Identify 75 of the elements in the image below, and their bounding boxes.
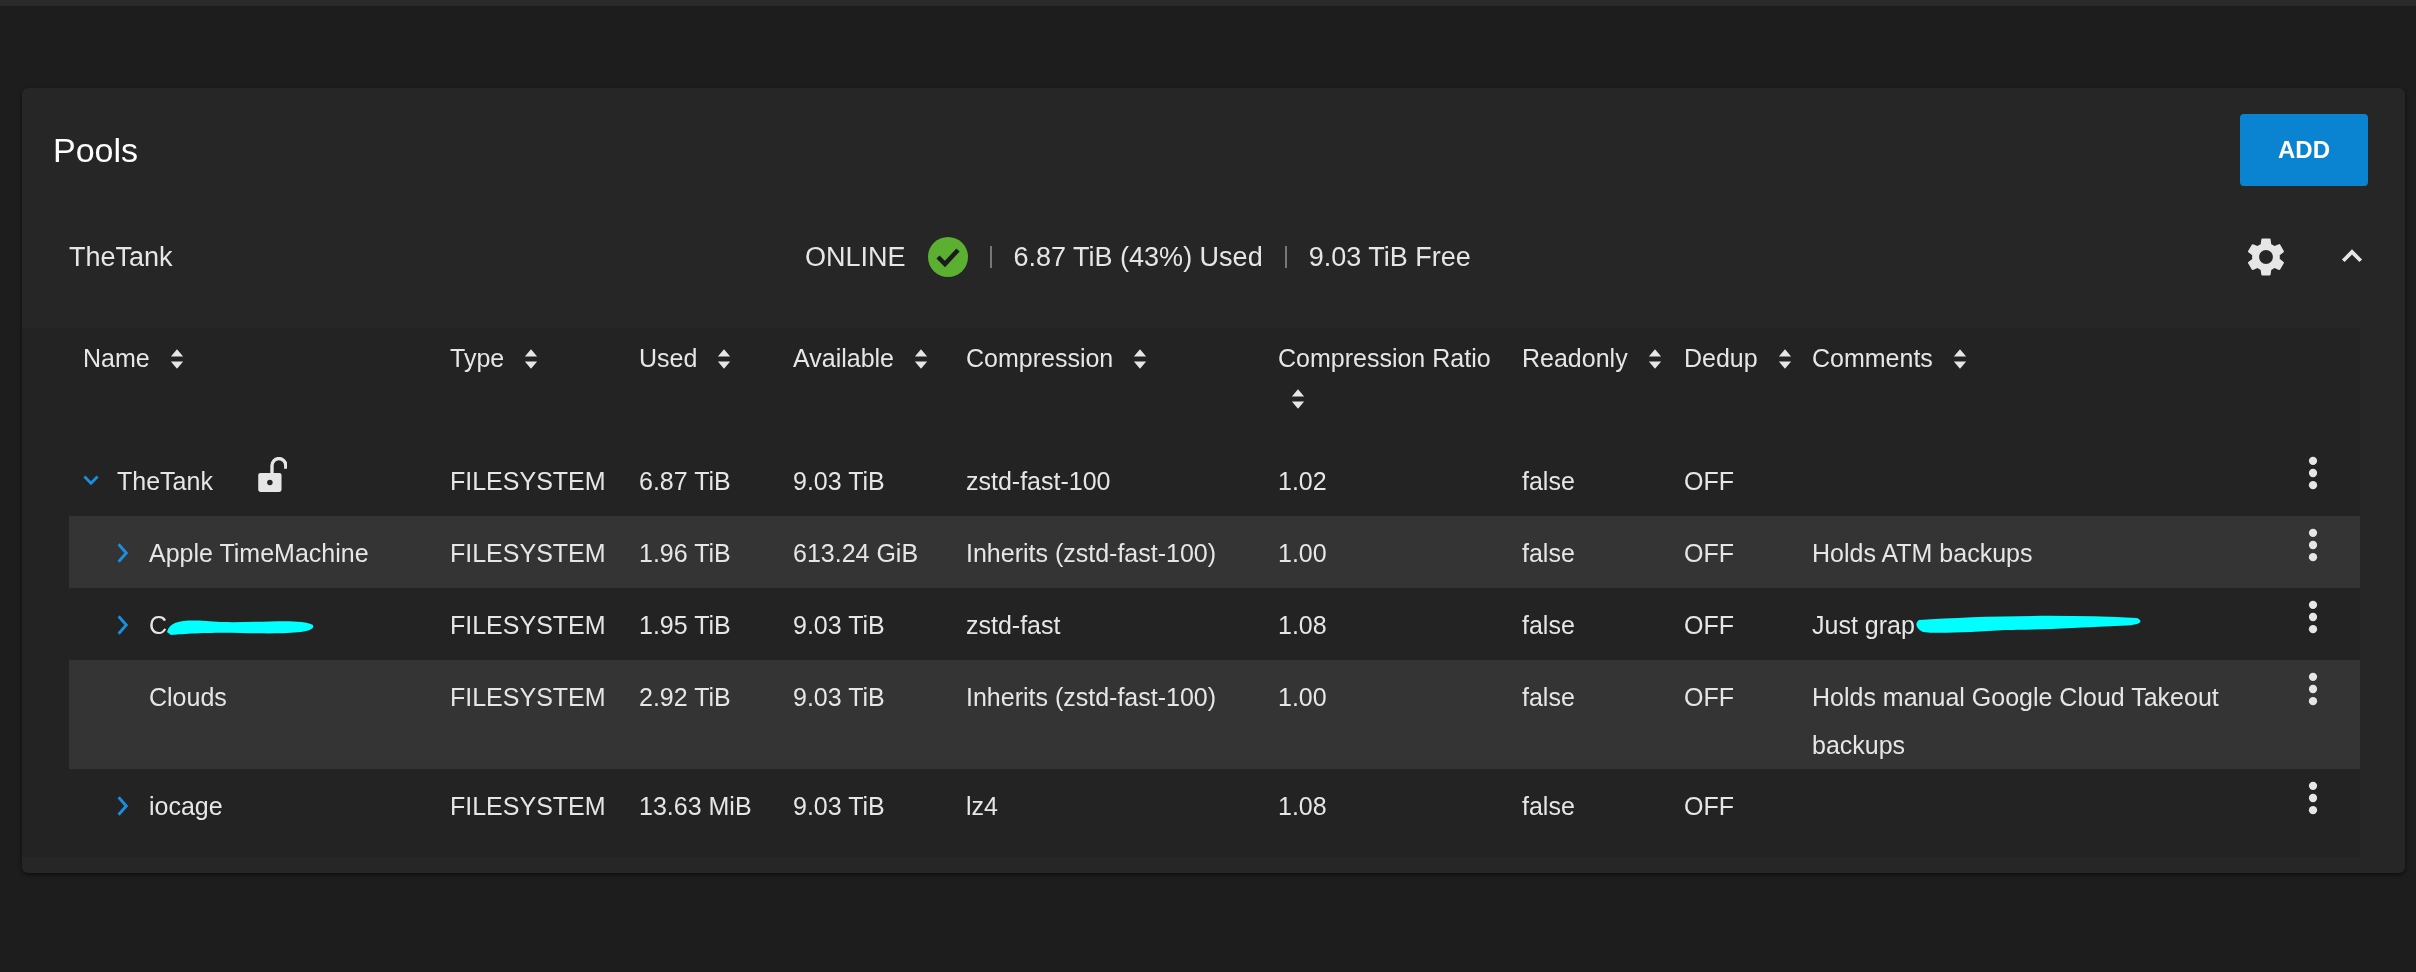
dataset-readonly: false bbox=[1522, 610, 1575, 641]
column-header[interactable]: Compression Ratio bbox=[1278, 338, 1508, 418]
sort-icon[interactable] bbox=[523, 348, 540, 370]
add-button[interactable]: ADD bbox=[2240, 114, 2368, 186]
column-header[interactable]: Used bbox=[639, 338, 733, 378]
dataset-readonly: false bbox=[1522, 682, 1575, 713]
dataset-dedup: OFF bbox=[1684, 791, 1734, 822]
sort-icon[interactable] bbox=[1132, 348, 1149, 370]
sort-icon[interactable] bbox=[1776, 348, 1793, 370]
more-options-icon[interactable] bbox=[2308, 781, 2318, 815]
chevron-right-icon[interactable] bbox=[115, 795, 131, 817]
dataset-readonly: false bbox=[1522, 538, 1575, 569]
dataset-name: iocage bbox=[149, 791, 223, 822]
sort-icon[interactable] bbox=[912, 348, 929, 370]
dataset-used: 6.87 TiB bbox=[639, 466, 731, 497]
dataset-compression: zstd-fast-100 bbox=[966, 466, 1111, 497]
dataset-dedup: OFF bbox=[1684, 682, 1734, 713]
dataset-type: FILESYSTEM bbox=[450, 466, 606, 497]
dataset-available: 9.03 TiB bbox=[793, 682, 885, 713]
dataset-name: Apple TimeMachine bbox=[149, 538, 369, 569]
dataset-comment: Holds ATM backups bbox=[1812, 538, 2033, 569]
dataset-name: C bbox=[149, 610, 168, 641]
dataset-type: FILESYSTEM bbox=[450, 682, 606, 713]
more-options-icon[interactable] bbox=[2308, 456, 2318, 490]
dataset-compression: zstd-fast bbox=[966, 610, 1061, 641]
dataset-available: 9.03 TiB bbox=[793, 791, 885, 822]
sort-icon[interactable] bbox=[1290, 388, 1306, 410]
dataset-available: 9.03 TiB bbox=[793, 466, 885, 497]
dataset-type: FILESYSTEM bbox=[450, 610, 606, 641]
dataset-readonly: false bbox=[1522, 466, 1575, 497]
column-header[interactable]: Dedup bbox=[1684, 338, 1793, 378]
dataset-type: FILESYSTEM bbox=[450, 538, 606, 569]
dataset-name: TheTank bbox=[117, 466, 213, 497]
sort-icon[interactable] bbox=[716, 348, 733, 370]
pool-used: 6.87 TiB (43%) Used bbox=[1013, 241, 1263, 273]
page-title: Pools bbox=[53, 130, 139, 170]
column-header[interactable]: Comments bbox=[1812, 338, 1968, 378]
dataset-available: 9.03 TiB bbox=[793, 610, 885, 641]
dataset-compression: Inherits (zstd-fast-100) bbox=[966, 538, 1217, 569]
dataset-ratio: 1.08 bbox=[1278, 791, 1327, 822]
column-header[interactable]: Name bbox=[83, 338, 185, 378]
sort-icon[interactable] bbox=[168, 348, 185, 370]
chevron-right-icon[interactable] bbox=[115, 614, 131, 636]
pool-status: ONLINE bbox=[805, 241, 906, 273]
dataset-compression: Inherits (zstd-fast-100) bbox=[966, 682, 1217, 713]
pool-free: 9.03 TiB Free bbox=[1308, 241, 1471, 273]
dataset-ratio: 1.00 bbox=[1278, 538, 1327, 569]
dataset-dedup: OFF bbox=[1684, 538, 1734, 569]
dataset-used: 1.96 TiB bbox=[639, 538, 731, 569]
dataset-type: FILESYSTEM bbox=[450, 791, 606, 822]
dataset-used: 1.95 TiB bbox=[639, 610, 731, 641]
dataset-dedup: OFF bbox=[1684, 466, 1734, 497]
dataset-dedup: OFF bbox=[1684, 610, 1734, 641]
sort-icon[interactable] bbox=[1951, 348, 1968, 370]
column-header[interactable]: Readonly bbox=[1522, 338, 1663, 378]
more-options-icon[interactable] bbox=[2308, 600, 2318, 634]
chevron-right-icon[interactable] bbox=[115, 542, 131, 564]
sort-icon[interactable] bbox=[1646, 348, 1663, 370]
dataset-name: Clouds bbox=[149, 682, 227, 713]
column-header[interactable]: Compression bbox=[966, 338, 1149, 378]
dataset-ratio: 1.08 bbox=[1278, 610, 1327, 641]
column-header[interactable]: Available bbox=[793, 338, 929, 378]
pool-name: TheTank bbox=[69, 241, 174, 273]
dataset-comment: Holds manual Google Cloud Takeout backups bbox=[1812, 682, 2220, 761]
dataset-comment: Just grap bbox=[1812, 610, 1915, 641]
dataset-used: 13.63 MiB bbox=[639, 791, 752, 822]
column-header[interactable]: Type bbox=[450, 338, 540, 378]
dataset-readonly: false bbox=[1522, 791, 1575, 822]
dataset-used: 2.92 TiB bbox=[639, 682, 731, 713]
dataset-ratio: 1.02 bbox=[1278, 466, 1327, 497]
more-options-icon[interactable] bbox=[2308, 528, 2318, 562]
dataset-compression: lz4 bbox=[966, 791, 998, 822]
dataset-ratio: 1.00 bbox=[1278, 682, 1327, 713]
dataset-available: 613.24 GiB bbox=[793, 538, 919, 569]
more-options-icon[interactable] bbox=[2308, 672, 2318, 706]
